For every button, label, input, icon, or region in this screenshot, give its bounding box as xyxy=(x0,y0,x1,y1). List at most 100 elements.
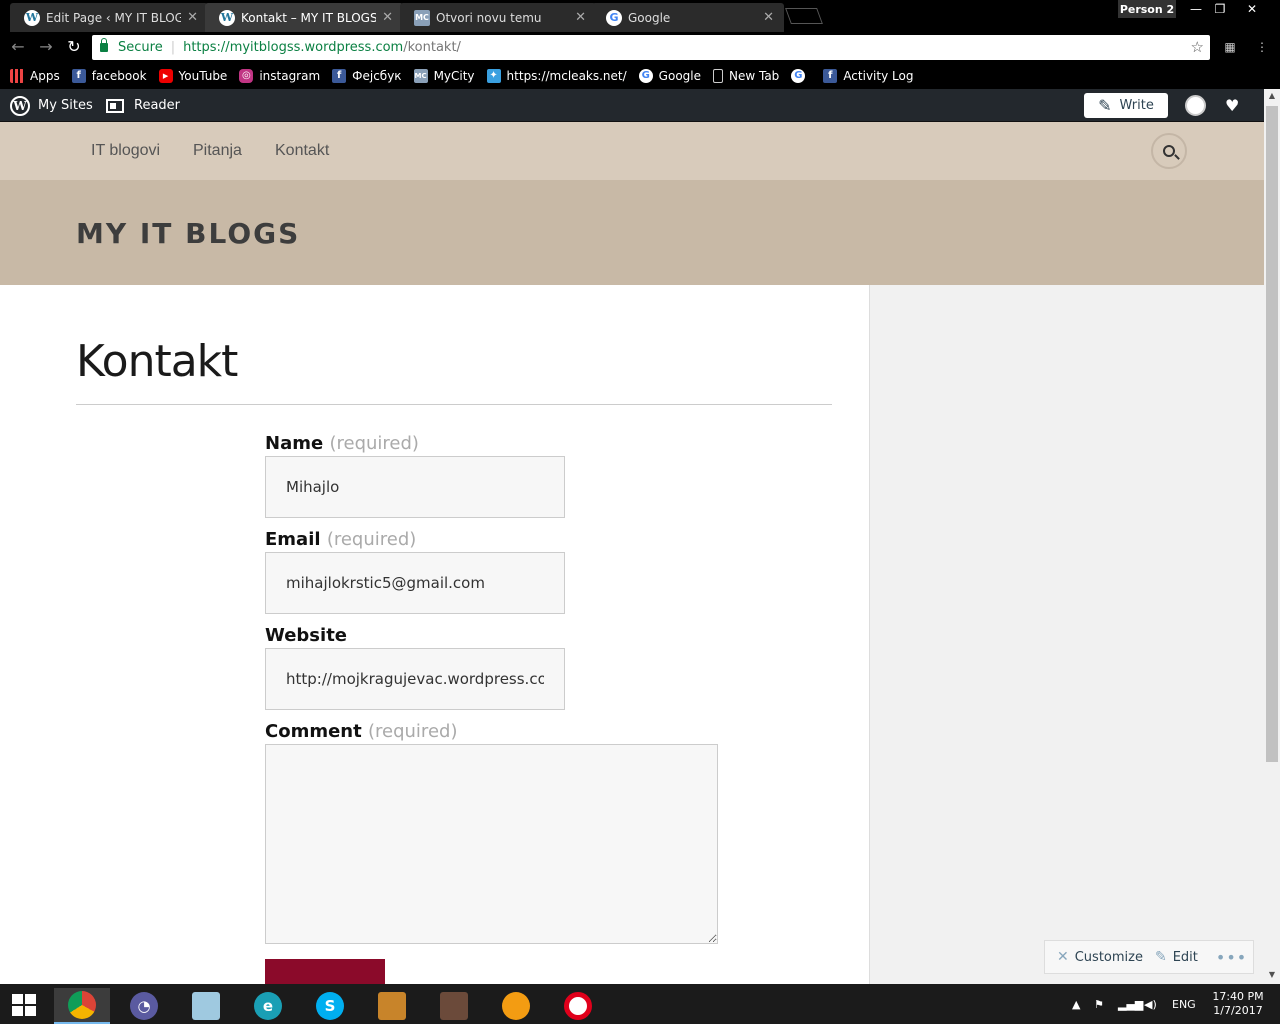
bookmark-activity-log[interactable]: f Activity Log xyxy=(823,68,914,83)
reader-label: Reader xyxy=(134,98,181,113)
close-icon[interactable]: ✕ xyxy=(187,10,198,25)
search-button[interactable] xyxy=(1151,133,1187,169)
bookmark-youtube[interactable]: ▶ YouTube xyxy=(158,68,228,83)
flag-icon[interactable]: ⚑ xyxy=(1094,998,1104,1011)
scroll-thumb[interactable] xyxy=(1266,106,1278,762)
required-hint: (required) xyxy=(329,433,419,454)
website-label: Website xyxy=(265,625,347,646)
tab-kontakt[interactable]: W Kontakt – MY IT BLOGS ✕ xyxy=(205,3,403,32)
close-window-icon[interactable]: ✕ xyxy=(1238,0,1266,18)
bookmark-label: MyCity xyxy=(433,68,475,83)
bookmark-label: Apps xyxy=(30,68,60,83)
new-tab-button[interactable] xyxy=(785,8,823,24)
required-hint: (required) xyxy=(368,721,458,742)
facebook-icon: f xyxy=(823,68,838,83)
network-icon[interactable]: ▂▄▆ xyxy=(1118,998,1143,1011)
site-title[interactable]: MY IT BLOGS xyxy=(76,217,300,250)
taskbar-opera[interactable] xyxy=(550,988,606,1024)
avatar[interactable] xyxy=(1185,95,1206,116)
address-bar[interactable]: Secure | https://myitblogss.wordpress.co… xyxy=(92,35,1210,60)
bookmark-new-tab[interactable]: New Tab xyxy=(713,68,779,83)
tab-otvori-novu-temu[interactable]: MC Otvori novu temu ✕ xyxy=(400,3,596,32)
reader-button[interactable]: Reader xyxy=(106,89,180,122)
tray-chevron-up-icon[interactable]: ▲ xyxy=(1072,998,1080,1011)
forward-icon[interactable]: → xyxy=(36,38,56,56)
wp-admin-bar: W My Sites Reader ✎ Write ♥ xyxy=(0,89,1264,122)
taskbar-chrome[interactable] xyxy=(54,988,110,1024)
restore-icon[interactable]: ❐ xyxy=(1206,0,1234,18)
notifications-icon[interactable]: ♥ xyxy=(1225,96,1239,115)
my-sites-button[interactable]: W My Sites xyxy=(10,89,93,122)
menu-icon[interactable]: ⋮ xyxy=(1254,40,1270,54)
nav-it-blogovi[interactable]: IT blogovi xyxy=(91,142,160,160)
bookmark-mcleaks[interactable]: ✦ https://mcleaks.net/ xyxy=(486,68,627,83)
secure-label: Secure xyxy=(118,40,163,55)
taskbar-eset[interactable]: e xyxy=(240,988,296,1024)
volume-icon[interactable]: ◀) xyxy=(1144,998,1157,1011)
language-indicator[interactable]: ENG xyxy=(1172,998,1196,1011)
taskbar-game-2[interactable] xyxy=(426,988,482,1024)
bookmark-star-icon[interactable]: ☆ xyxy=(1191,38,1204,56)
wordpress-icon: W xyxy=(10,95,30,116)
scroll-down-icon[interactable]: ▼ xyxy=(1264,968,1280,982)
extension-icon[interactable]: ▦ xyxy=(1222,40,1238,54)
google-icon: G xyxy=(638,68,653,83)
bookmark-facebook[interactable]: f facebook xyxy=(71,68,147,83)
facebook-icon: f xyxy=(332,68,347,83)
taskbar-counter-strike[interactable] xyxy=(364,988,420,1024)
notes-icon xyxy=(192,992,220,1020)
page-icon xyxy=(713,68,723,83)
tab-edit-page[interactable]: W Edit Page ‹ MY IT BLOGS ✕ xyxy=(10,3,208,32)
bookmark-label: YouTube xyxy=(178,68,228,83)
back-icon[interactable]: ← xyxy=(8,38,28,56)
my-sites-label: My Sites xyxy=(38,98,93,113)
tab-google[interactable]: G Google ✕ xyxy=(592,3,784,32)
taskbar-skype[interactable]: S xyxy=(302,988,358,1024)
pencil-icon: ✎ xyxy=(1098,96,1112,115)
nav-pitanja[interactable]: Pitanja xyxy=(193,142,242,160)
lock-icon xyxy=(100,38,108,52)
customize-button[interactable]: ✕ Customize xyxy=(1057,949,1143,965)
nav-kontakt[interactable]: Kontakt xyxy=(275,142,329,160)
tab-title: Otvori novu temu xyxy=(436,10,542,25)
close-icon[interactable]: ✕ xyxy=(382,10,393,25)
taskbar-bittorrent[interactable]: ◔ xyxy=(116,988,172,1024)
profile-button[interactable]: Person 2 xyxy=(1118,0,1176,18)
scroll-up-icon[interactable]: ▲ xyxy=(1264,89,1280,103)
reload-icon[interactable]: ↻ xyxy=(64,38,84,56)
clock[interactable]: 17:40 PM 1/7/2017 xyxy=(1208,990,1268,1018)
chrome-icon xyxy=(68,991,96,1019)
email-input[interactable] xyxy=(265,552,565,614)
bookmark-instagram[interactable]: ◎ instagram xyxy=(239,68,320,83)
clock-time: 17:40 PM xyxy=(1212,990,1264,1003)
bookmark-apps[interactable]: Apps xyxy=(10,68,60,83)
name-input[interactable] xyxy=(265,456,565,518)
page-title: Kontakt xyxy=(76,336,238,387)
close-icon[interactable]: ✕ xyxy=(575,10,586,25)
edit-label: Edit xyxy=(1172,949,1198,965)
wordpress-icon: W xyxy=(24,9,40,26)
more-icon[interactable]: ••• xyxy=(1216,948,1247,967)
write-button[interactable]: ✎ Write xyxy=(1084,93,1168,118)
skype-icon: S xyxy=(316,992,344,1020)
taskbar-fl-studio[interactable] xyxy=(488,988,544,1024)
bookmark-google-2[interactable]: G xyxy=(791,68,811,83)
website-input[interactable] xyxy=(265,648,565,710)
taskbar-notes[interactable] xyxy=(178,988,234,1024)
close-icon[interactable]: ✕ xyxy=(763,10,774,25)
bookmark-label: Фејсбук xyxy=(352,68,402,83)
edit-button[interactable]: ✎ Edit xyxy=(1155,949,1198,965)
browser-tab-bar: W Edit Page ‹ MY IT BLOGS ✕ W Kontakt – … xyxy=(0,0,1280,32)
comment-textarea[interactable] xyxy=(265,744,718,944)
tab-title: Edit Page ‹ MY IT BLOGS xyxy=(46,10,182,25)
bookmark-label: Activity Log xyxy=(843,68,914,83)
bookmark-fejsbuk[interactable]: f Фејсбук xyxy=(332,68,402,83)
page-scrollbar[interactable]: ▲ ▼ xyxy=(1264,89,1280,984)
bookmark-google[interactable]: G Google xyxy=(638,68,701,83)
instagram-icon: ◎ xyxy=(239,68,254,83)
bookmark-mycity[interactable]: MC MyCity xyxy=(413,68,475,83)
windows-start-icon[interactable] xyxy=(12,994,38,1016)
email-label-text: Email xyxy=(265,529,321,550)
site-header: MY IT BLOGS xyxy=(0,180,1264,285)
tab-title: Kontakt – MY IT BLOGS xyxy=(241,10,377,25)
